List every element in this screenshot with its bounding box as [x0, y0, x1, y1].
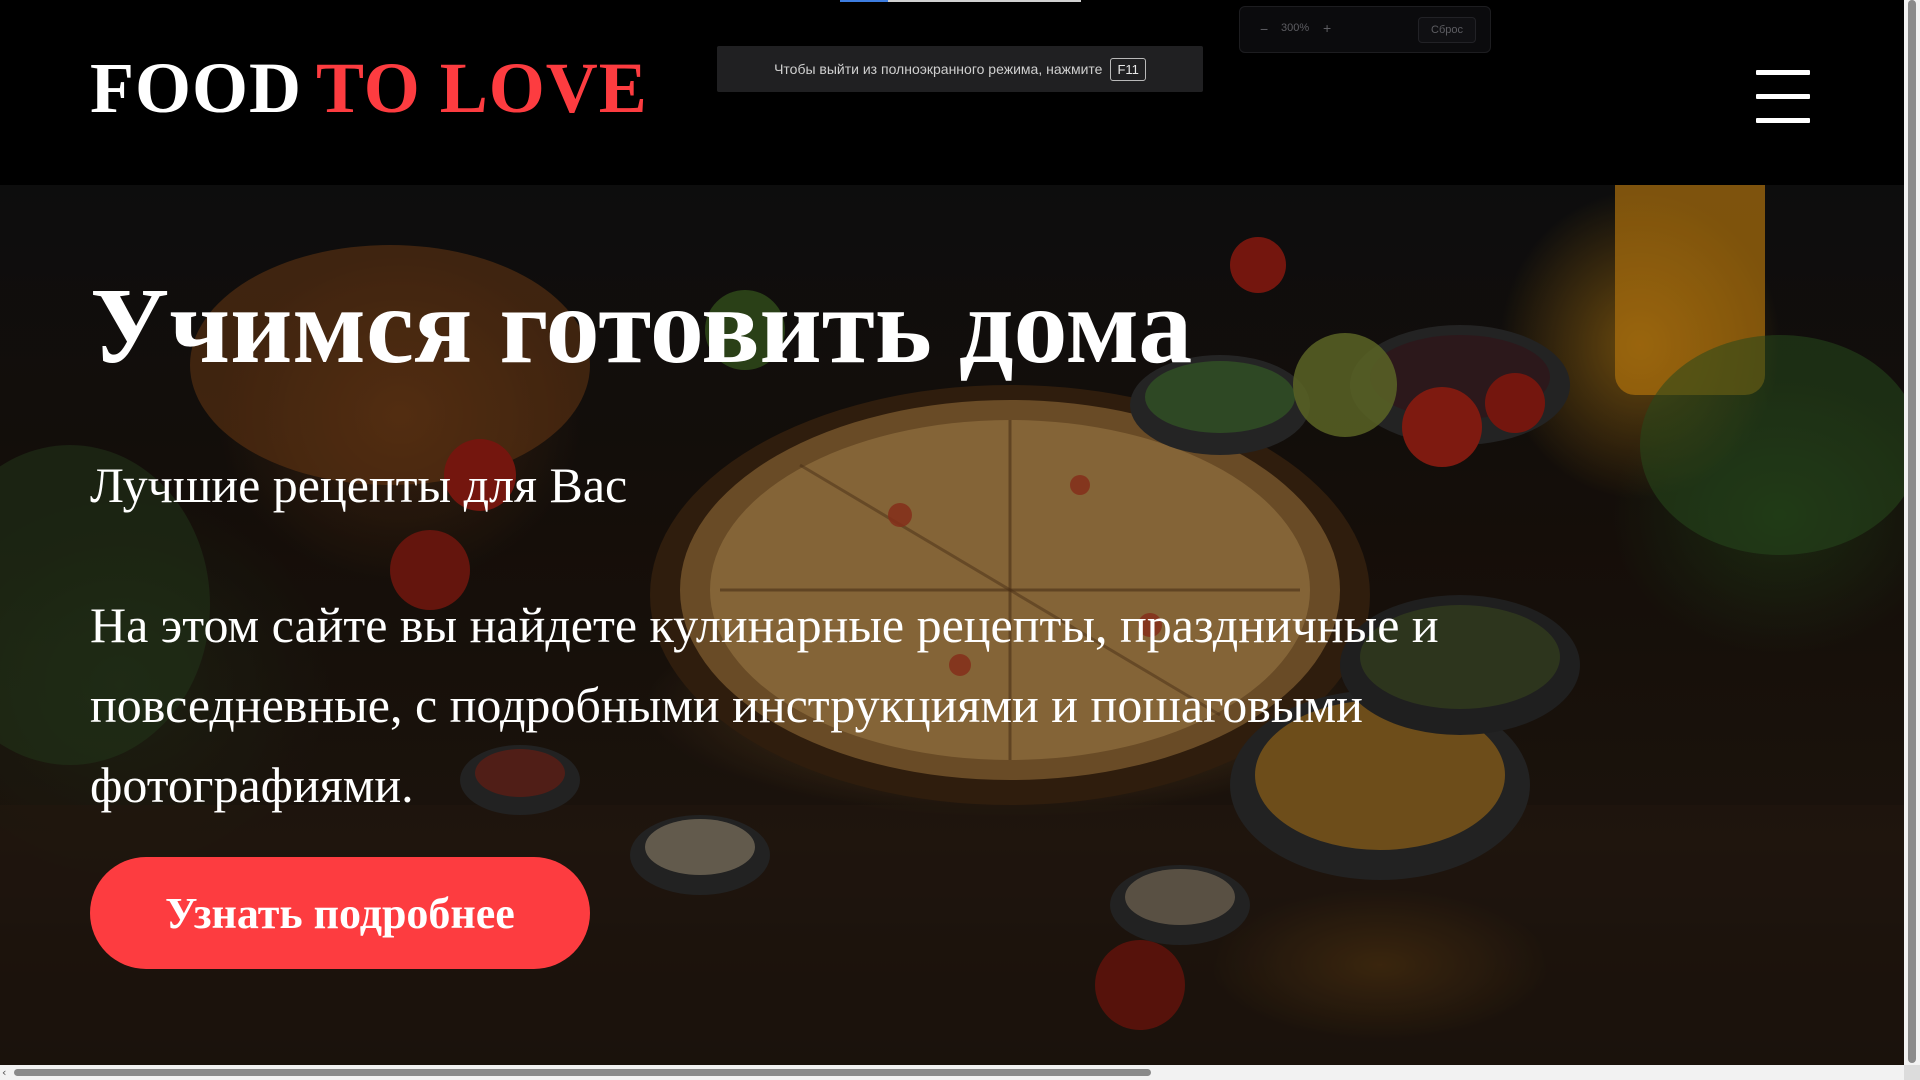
- site-logo[interactable]: FOOD TO LOVE: [90, 52, 648, 124]
- hero-description: На этом сайте вы найдете кулинарные реце…: [90, 597, 1439, 813]
- fullscreen-exit-notice: Чтобы выйти из полноэкранного режима, на…: [717, 46, 1203, 92]
- learn-more-button[interactable]: Узнать подробнее: [90, 857, 590, 969]
- scroll-left-arrow-icon[interactable]: ‹: [2, 1065, 12, 1080]
- zoom-out-button[interactable]: −: [1260, 21, 1268, 37]
- hero-subtitle: Лучшие рецепты для Вас: [90, 457, 628, 513]
- f11-key: F11: [1110, 57, 1146, 81]
- site-header: FOOD TO LOVE: [0, 0, 1904, 185]
- fullscreen-notice-text: Чтобы выйти из полноэкранного режима, на…: [774, 61, 1103, 77]
- burger-line: [1756, 94, 1810, 99]
- burger-line: [1756, 70, 1810, 75]
- zoom-level: 300%: [1281, 22, 1310, 34]
- zoom-popup: − 300% + Сброс: [1239, 6, 1491, 53]
- hero-section: Учимся готовить дома Лучшие рецепты для …: [0, 185, 1904, 1065]
- scrollbar-corner: [1904, 1065, 1920, 1080]
- vertical-scrollbar-thumb[interactable]: [1908, 0, 1916, 1063]
- horizontal-scrollbar-thumb[interactable]: [14, 1069, 1151, 1076]
- zoom-in-button[interactable]: +: [1323, 20, 1331, 36]
- zoom-reset-button[interactable]: Сброс: [1418, 17, 1476, 43]
- fullscreen-notice-timer-fill: [840, 0, 888, 2]
- logo-part-to-love: TO LOVE: [315, 48, 648, 128]
- horizontal-scrollbar[interactable]: ‹: [0, 1065, 1904, 1080]
- fullscreen-notice-timer: [840, 0, 1081, 2]
- hamburger-menu-icon[interactable]: [1756, 70, 1810, 124]
- logo-part-food: FOOD: [90, 48, 302, 128]
- burger-line: [1756, 118, 1810, 123]
- hero-title: Учимся готовить дома: [90, 267, 1193, 386]
- vertical-scrollbar[interactable]: [1904, 0, 1920, 1065]
